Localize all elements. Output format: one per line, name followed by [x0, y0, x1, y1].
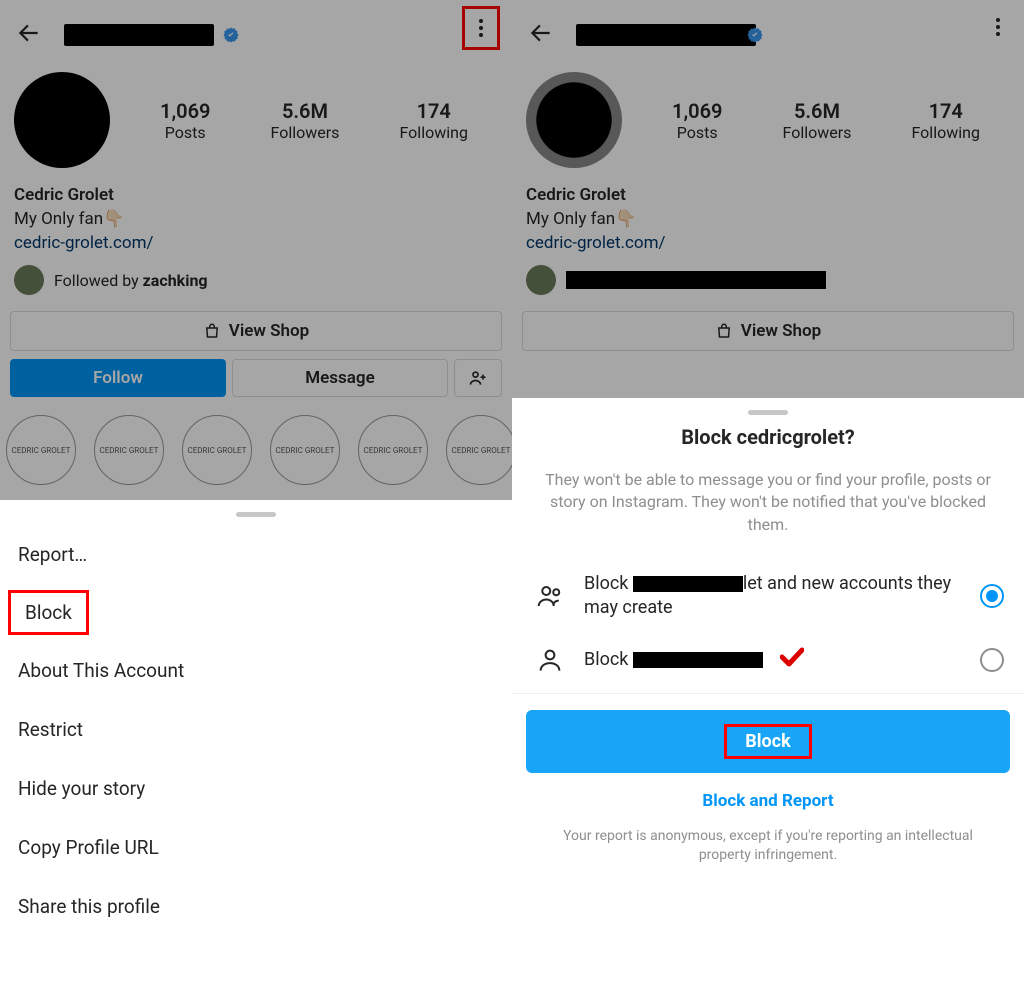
block-footnote: Your report is anonymous, except if you'…	[512, 827, 1024, 866]
menu-block[interactable]: Block	[8, 590, 89, 635]
menu-report[interactable]: Report…	[0, 525, 512, 584]
radio-option-1[interactable]	[980, 584, 1004, 608]
person-icon	[532, 645, 568, 675]
dim-overlay	[0, 0, 512, 500]
menu-restrict[interactable]: Restrict	[0, 700, 512, 759]
block-option-single[interactable]: Block	[512, 633, 1024, 687]
block-title: Block cedricgrolet?	[512, 425, 1024, 449]
block-option-text: Block let and new accounts they may crea…	[584, 572, 964, 621]
menu-copy-url[interactable]: Copy Profile URL	[0, 818, 512, 877]
sheet-grab-handle[interactable]	[236, 512, 276, 517]
dim-overlay	[512, 0, 1024, 398]
options-bottom-sheet: Report… Block About This Account Restric…	[0, 500, 512, 983]
divider	[512, 693, 1024, 694]
menu-hide-story[interactable]: Hide your story	[0, 759, 512, 818]
block-option-text: Block	[584, 648, 964, 672]
people-icon	[532, 581, 568, 611]
radio-option-2[interactable]	[980, 648, 1004, 672]
menu-share-profile[interactable]: Share this profile	[0, 877, 512, 936]
annotation-check-icon	[780, 647, 804, 667]
block-and-report-button[interactable]: Block and Report	[512, 781, 1024, 827]
sheet-grab-handle[interactable]	[748, 410, 788, 415]
block-option-new-accounts[interactable]: Block let and new accounts they may crea…	[512, 560, 1024, 633]
block-description: They won't be able to message you or fin…	[512, 469, 1024, 536]
block-confirm-sheet: Block cedricgrolet? They won't be able t…	[512, 398, 1024, 983]
block-label: Block	[724, 724, 811, 759]
redacted-username-icon	[633, 576, 743, 592]
left-screenshot: 1,069 Posts 5.6M Followers 174 Following…	[0, 0, 512, 983]
menu-about[interactable]: About This Account	[0, 641, 512, 700]
right-screenshot: 1,069 Posts 5.6M Followers 174 Following…	[512, 0, 1024, 983]
redacted-username-icon	[633, 652, 763, 668]
block-confirm-button[interactable]: Block	[526, 710, 1010, 773]
